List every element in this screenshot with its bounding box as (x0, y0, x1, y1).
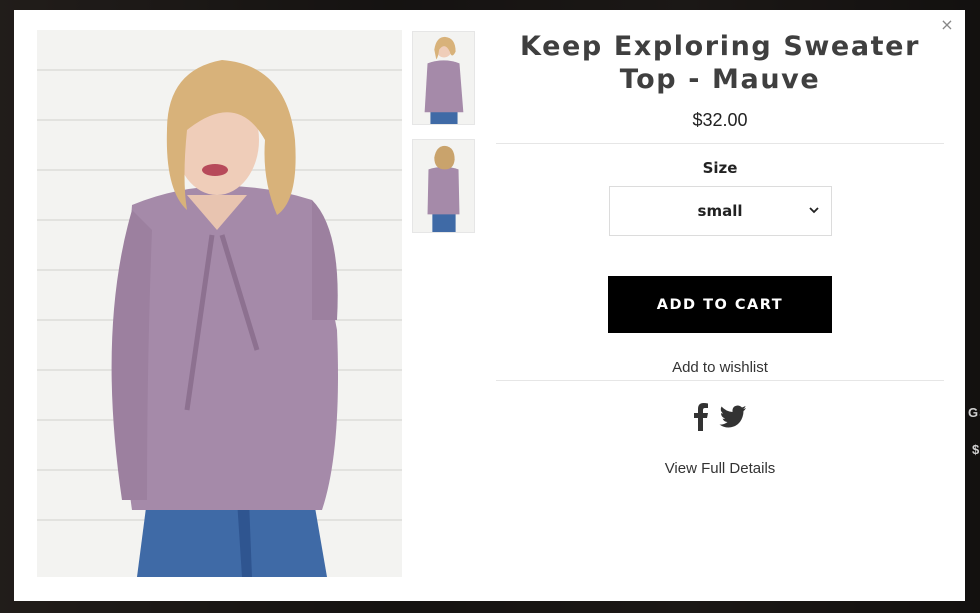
background-product-price: $ (972, 442, 980, 457)
facebook-icon[interactable] (693, 403, 709, 436)
view-full-details-link[interactable]: View Full Details (496, 460, 944, 477)
size-label: Size (702, 159, 738, 177)
product-title: Keep Exploring Sweater Top - Mauve (520, 31, 920, 95)
twitter-icon[interactable] (719, 405, 747, 434)
product-thumbnails (412, 31, 475, 247)
add-to-cart-button[interactable]: ADD TO CART (608, 276, 832, 333)
size-select[interactable]: small (608, 186, 832, 236)
product-main-image (37, 30, 402, 577)
chevron-down-icon (808, 207, 819, 214)
social-share (496, 403, 944, 436)
background-product-label: GS (968, 405, 980, 420)
thumbnail-front[interactable] (412, 31, 475, 125)
size-selected-value: small (697, 202, 743, 220)
thumbnail-back[interactable] (412, 139, 475, 233)
quick-view-modal: × Keep Exploring Sweater Top - Mauve $32… (14, 10, 965, 601)
divider (496, 380, 944, 381)
add-to-wishlist-link[interactable]: Add to wishlist (496, 359, 944, 376)
product-price: $32.00 (692, 110, 748, 130)
divider (496, 143, 944, 144)
product-info: Keep Exploring Sweater Top - Mauve $32.0… (496, 10, 944, 477)
